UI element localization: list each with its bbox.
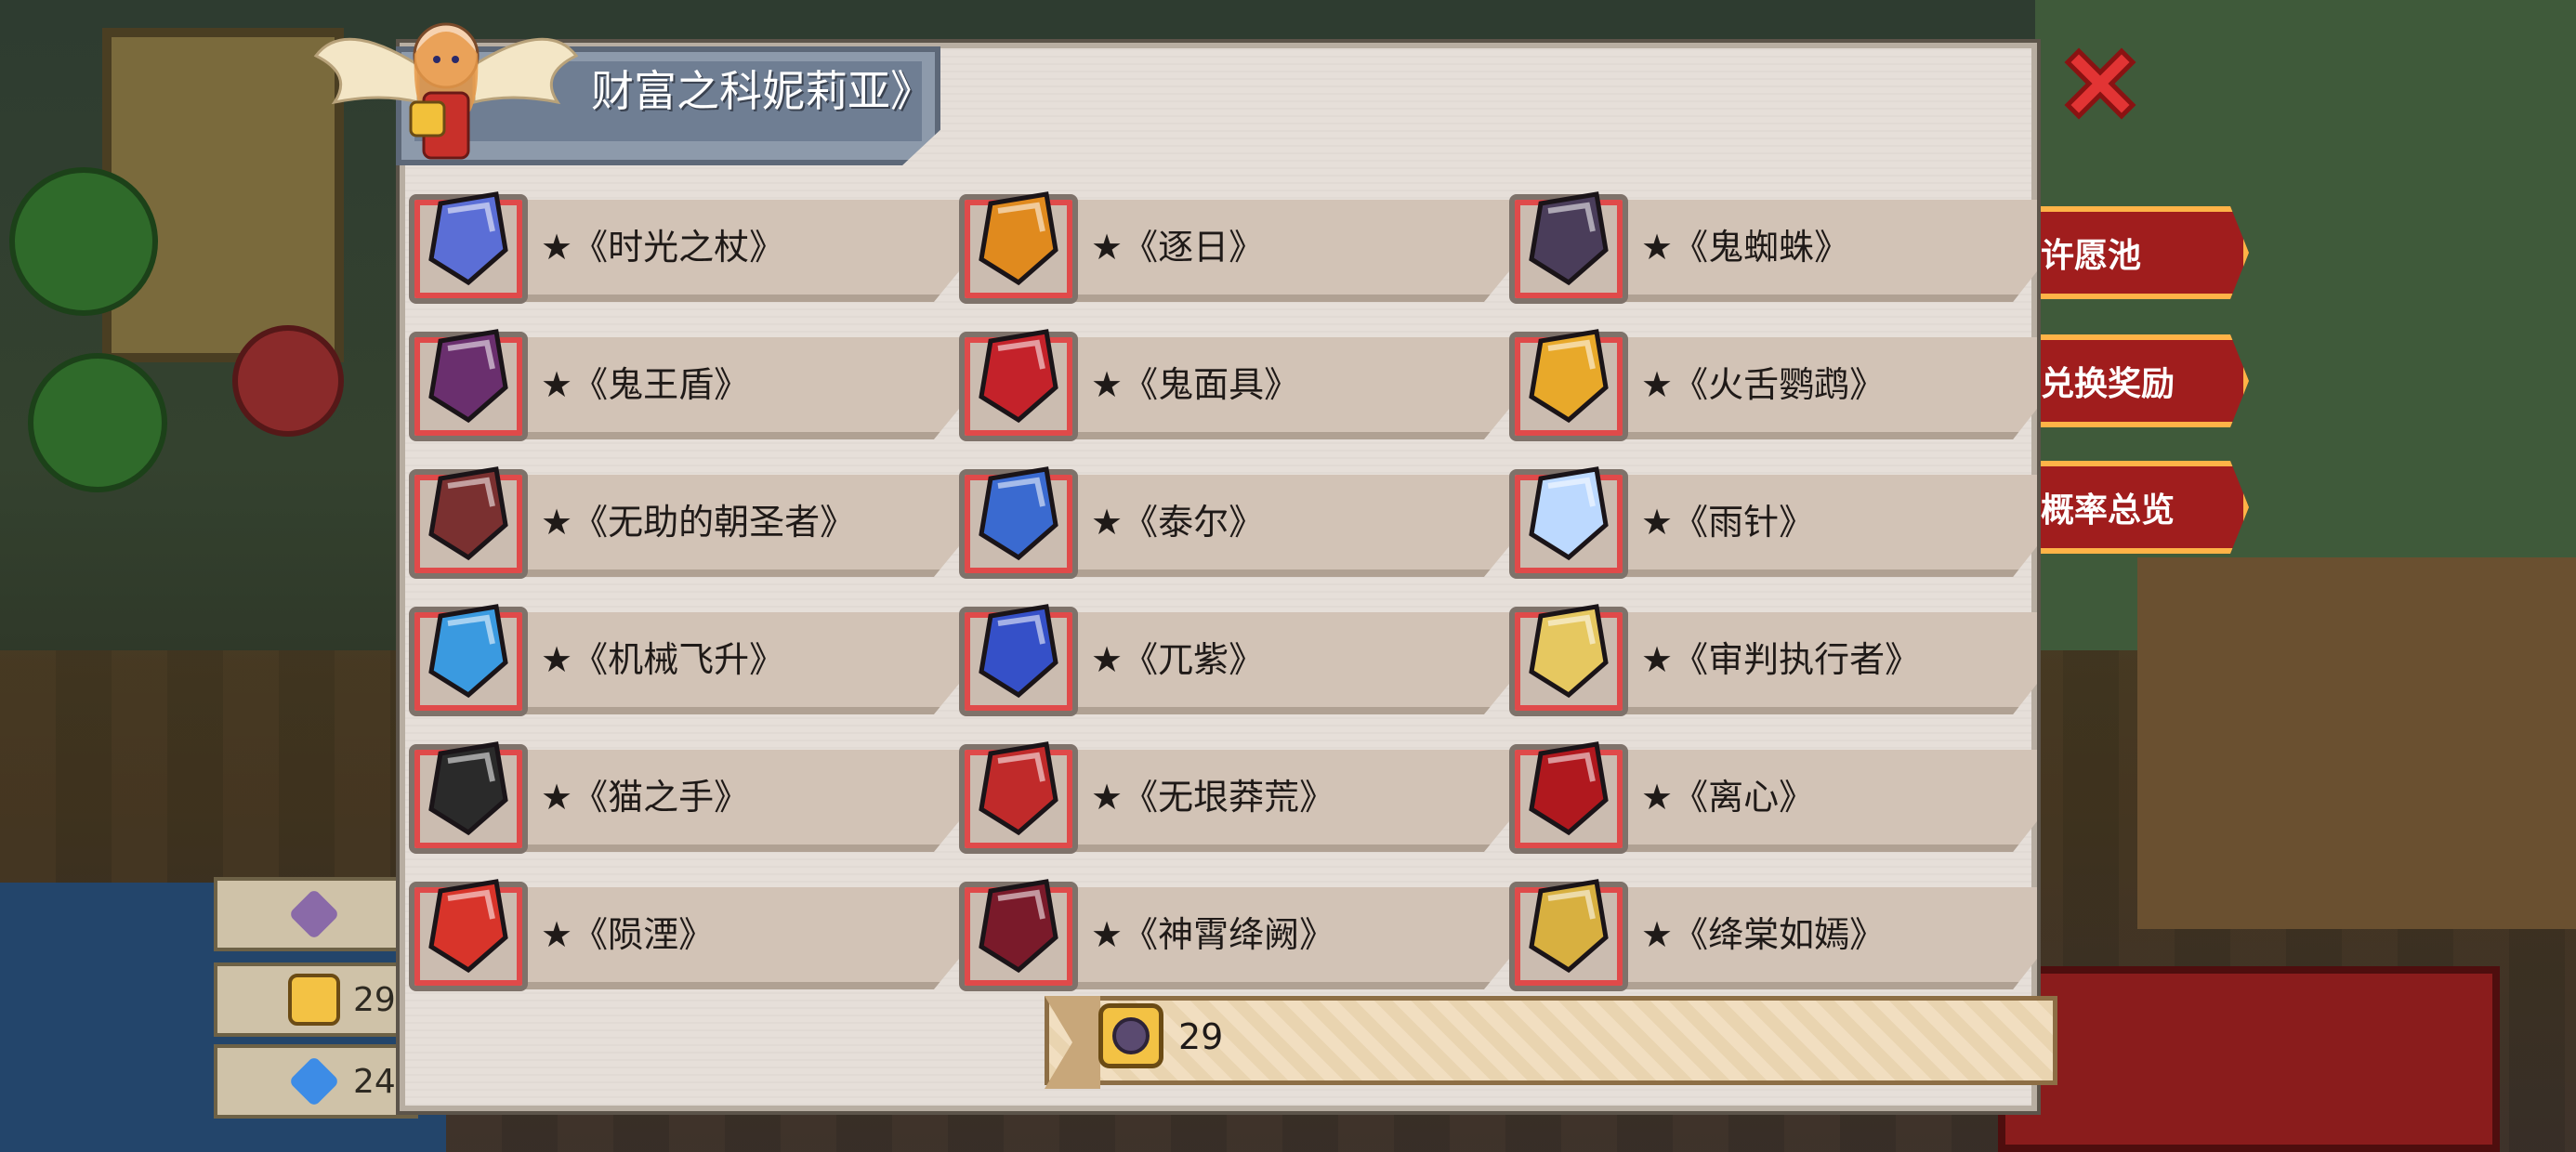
spider-gun-icon: [1529, 191, 1609, 286]
item-card[interactable]: ★《火舌鹦鹉》: [1509, 328, 2037, 441]
armor-icon: [428, 466, 508, 561]
item-name: ★《机械飞升》: [541, 639, 785, 680]
tree: [9, 167, 158, 316]
winged-character-avatar: [313, 22, 579, 160]
item-card[interactable]: ★《鬼蜘蛛》: [1509, 190, 2037, 304]
item-name: ★《陨湮》: [541, 914, 715, 955]
exchange-reward-button[interactable]: 兑换奖励: [2017, 334, 2249, 427]
item-card[interactable]: ★《机械飞升》: [409, 603, 959, 716]
ring-icon: [1529, 879, 1609, 974]
item-card[interactable]: ★《时光之杖》: [409, 190, 959, 304]
item-name: ★《泰尔》: [1091, 502, 1265, 543]
resource-value: 24: [353, 1062, 396, 1101]
resource-value: 29: [353, 980, 396, 1019]
item-card[interactable]: ★《绛棠如嫣》: [1509, 878, 2037, 991]
flame-blade-icon: [428, 879, 508, 974]
item-name: ★《猫之手》: [541, 777, 750, 818]
currency-value: 29: [1178, 1016, 1224, 1057]
hooded-figure-icon: [1529, 604, 1609, 699]
mask-icon: [979, 329, 1058, 424]
close-icon: [2064, 47, 2136, 120]
item-card[interactable]: ★《鬼面具》: [959, 328, 1509, 441]
blue-diamond-icon: [288, 1055, 340, 1107]
helmet-icon: [979, 466, 1058, 561]
item-name: ★《离心》: [1641, 777, 1815, 818]
item-card[interactable]: ★《神霄绛阙》: [959, 878, 1509, 991]
gold-coin-icon: [288, 974, 340, 1026]
cat-paw-icon: [428, 741, 508, 836]
item-name: ★《审判执行者》: [1641, 639, 1921, 680]
item-name: ★《火舌鹦鹉》: [1641, 364, 1886, 405]
close-button[interactable]: [2054, 37, 2147, 130]
red-carpet: [1998, 966, 2500, 1152]
item-name: ★《绛棠如嫣》: [1641, 914, 1886, 955]
item-card[interactable]: ★《猫之手》: [409, 740, 959, 854]
item-name: ★《兀紫》: [1091, 639, 1265, 680]
parrot-gun-icon: [1529, 329, 1609, 424]
item-name: ★《鬼蜘蛛》: [1641, 227, 1850, 268]
wish-pool-label: 许愿池: [2041, 237, 2142, 275]
purple-gem-icon: [288, 888, 340, 940]
item-card[interactable]: ★《兀紫》: [959, 603, 1509, 716]
shield-icon: [428, 329, 508, 424]
belt-icon: [979, 741, 1058, 836]
dialog-title: 财富之科妮莉亚》: [591, 66, 933, 116]
tree: [232, 325, 344, 437]
item-name: ★《无垠莽荒》: [1091, 777, 1335, 818]
item-card[interactable]: ★《无垠莽荒》: [959, 740, 1509, 854]
gold-coin-icon: [1098, 1003, 1163, 1068]
exchange-reward-label: 兑换奖励: [2041, 365, 2175, 403]
dagger-icon: [1529, 741, 1609, 836]
item-card[interactable]: ★《无助的朝圣者》: [409, 465, 959, 579]
item-card[interactable]: ★《泰尔》: [959, 465, 1509, 579]
sun-sword-icon: [979, 191, 1058, 286]
item-card[interactable]: ★《雨针》: [1509, 465, 2037, 579]
item-name: ★《鬼王盾》: [541, 364, 750, 405]
item-card[interactable]: ★《陨湮》: [409, 878, 959, 991]
tree: [28, 353, 167, 492]
item-name: ★《无助的朝圣者》: [541, 502, 856, 543]
item-name: ★《鬼面具》: [1091, 364, 1300, 405]
probability-overview-button[interactable]: 概率总览: [2017, 461, 2249, 554]
resource-gold-coin: 29: [214, 962, 418, 1037]
needle-icon: [1529, 466, 1609, 561]
item-card[interactable]: ★《审判执行者》: [1509, 603, 2037, 716]
item-name: ★《神霄绛阙》: [1091, 914, 1335, 955]
staff-icon: [428, 191, 508, 286]
gauntlet-icon: [979, 604, 1058, 699]
stone-path: [2137, 557, 2576, 929]
item-card[interactable]: ★《逐日》: [959, 190, 1509, 304]
item-card[interactable]: ★《离心》: [1509, 740, 2037, 854]
amulet-icon: [979, 879, 1058, 974]
resource-blue-diamond: 24: [214, 1044, 418, 1119]
item-grid: ★《时光之杖》 ★《逐日》 ★《鬼蜘蛛》 ★《鬼王盾》 ★《鬼面具》 ★《火舌鹦鹉》 ★《无…: [409, 190, 2037, 1015]
probability-overview-label: 概率总览: [2041, 491, 2175, 530]
item-name: ★《雨针》: [1641, 502, 1815, 543]
item-card[interactable]: ★《鬼王盾》: [409, 328, 959, 441]
item-name: ★《时光之杖》: [541, 227, 785, 268]
resource-purple-gem: [214, 877, 418, 951]
item-name: ★《逐日》: [1091, 227, 1265, 268]
wing-gun-icon: [428, 604, 508, 699]
wish-pool-button[interactable]: 许愿池: [2017, 206, 2249, 299]
